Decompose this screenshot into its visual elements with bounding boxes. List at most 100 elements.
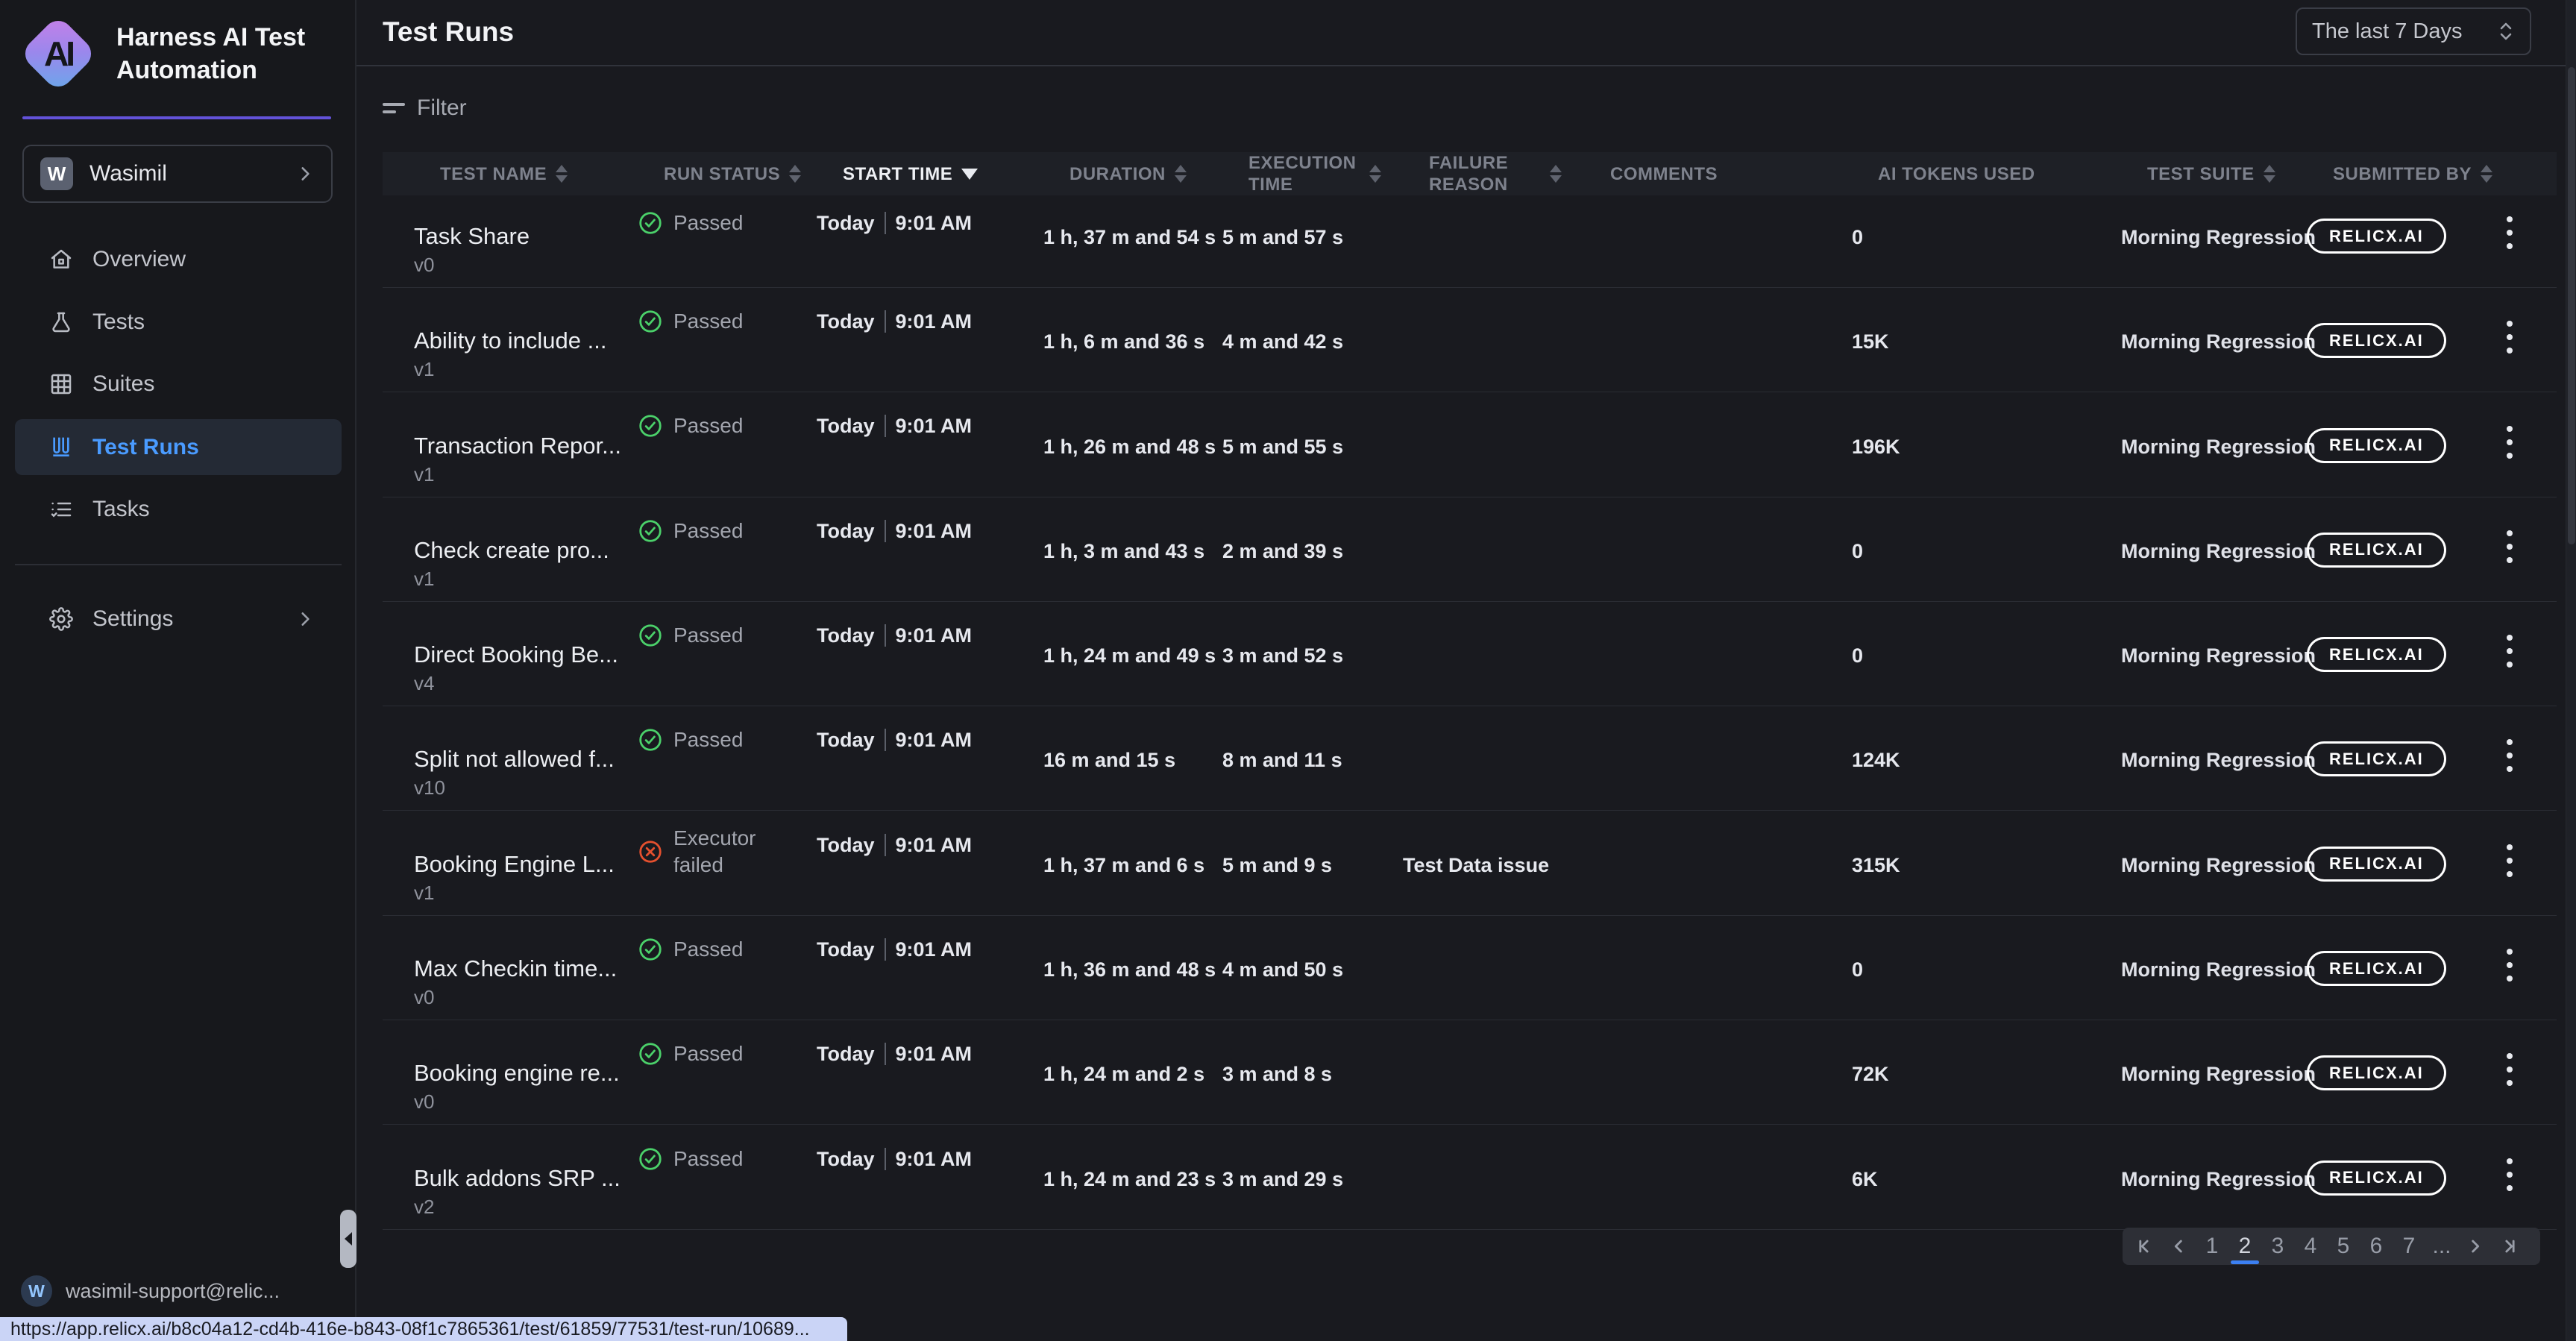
sidebar-item-tasks[interactable]: Tasks bbox=[15, 486, 342, 533]
date-range-select[interactable]: The last 7 Days bbox=[2296, 7, 2531, 55]
ai-tokens-value: 315K bbox=[1852, 852, 2121, 916]
sidebar-collapse-handle[interactable] bbox=[340, 1210, 356, 1268]
page-button-5[interactable]: 5 bbox=[2327, 1228, 2360, 1265]
column-header-test-suite[interactable]: TEST SUITE bbox=[2147, 163, 2333, 185]
column-header-failure-reason[interactable]: FAILURE REASON bbox=[1429, 152, 1610, 195]
failure-reason-value bbox=[1403, 251, 1584, 288]
table-row[interactable]: Booking Engine L...v1 Executor failed To… bbox=[356, 811, 2566, 915]
time-separator bbox=[885, 729, 886, 751]
brand-divider bbox=[22, 116, 331, 119]
prev-page-button[interactable] bbox=[2163, 1228, 2196, 1265]
comments-value bbox=[1584, 460, 1852, 497]
page-button-7[interactable]: 7 bbox=[2393, 1228, 2425, 1265]
row-menu-button[interactable] bbox=[2504, 1050, 2516, 1089]
column-header-run-status[interactable]: RUN STATUS bbox=[664, 163, 843, 185]
column-header-comments: COMMENTS bbox=[1610, 163, 1878, 185]
row-menu-button[interactable] bbox=[2504, 213, 2516, 252]
submitted-by-badge: RELICX.AI bbox=[2307, 741, 2446, 776]
sidebar-item-tests[interactable]: Tests bbox=[15, 299, 342, 345]
sidebar-item-overview[interactable]: Overview bbox=[15, 236, 342, 283]
column-header-execution-time[interactable]: EXECUTION TIME bbox=[1248, 152, 1429, 195]
time-separator bbox=[885, 1148, 886, 1170]
page-button-3[interactable]: 3 bbox=[2261, 1228, 2294, 1265]
test-name: Booking engine re... bbox=[414, 1058, 638, 1088]
grid-icon bbox=[49, 372, 73, 396]
time-separator bbox=[885, 834, 886, 856]
failure-reason-value: Test Data issue bbox=[1403, 852, 1584, 916]
table-row[interactable]: Task Sharev0 Passed Today9:01 AM 1 h, 37… bbox=[356, 195, 2566, 288]
row-menu-button[interactable] bbox=[2504, 736, 2516, 775]
logo-ai-text: AI bbox=[24, 19, 92, 88]
table-row[interactable]: Booking engine re...v0 Passed Today9:01 … bbox=[356, 1020, 2566, 1125]
sidebar-divider bbox=[15, 564, 342, 565]
table-row[interactable]: Ability to include ...v1 Passed Today9:0… bbox=[356, 288, 2566, 392]
account-menu[interactable]: W wasimil-support@relic... bbox=[21, 1275, 280, 1307]
time-separator bbox=[885, 624, 886, 647]
start-day: Today bbox=[817, 936, 875, 963]
column-header-duration[interactable]: DURATION bbox=[1069, 163, 1248, 185]
row-menu-button[interactable] bbox=[2504, 318, 2516, 357]
table-row[interactable]: Max Checkin time...v0 Passed Today9:01 A… bbox=[356, 916, 2566, 1020]
execution-time-value: 4 m and 42 s bbox=[1222, 328, 1403, 392]
table-row[interactable]: Check create pro...v1 Passed Today9:01 A… bbox=[356, 497, 2566, 602]
ai-tokens-value: 6K bbox=[1852, 1166, 2121, 1230]
filter-button[interactable]: Filter bbox=[383, 95, 467, 121]
submitted-by-badge: RELICX.AI bbox=[2307, 847, 2446, 882]
failed-icon bbox=[638, 839, 663, 864]
row-menu-button[interactable] bbox=[2504, 423, 2516, 462]
table-row[interactable]: Direct Booking Be...v4 Passed Today9:01 … bbox=[356, 602, 2566, 706]
comments-value bbox=[1584, 879, 1852, 916]
run-status-label: Passed bbox=[673, 1040, 743, 1067]
sidebar: AI Harness AI Test Automation W Wasimil … bbox=[0, 0, 356, 1341]
run-status-label: Passed bbox=[673, 308, 743, 335]
failure-reason-value bbox=[1403, 565, 1584, 602]
ai-tokens-value: 72K bbox=[1852, 1061, 2121, 1125]
duration-value: 16 m and 15 s bbox=[1043, 747, 1222, 811]
row-menu-button[interactable] bbox=[2504, 841, 2516, 880]
failure-reason-value bbox=[1403, 1087, 1584, 1125]
table-row[interactable]: Bulk addons SRP ...v2 Passed Today9:01 A… bbox=[356, 1125, 2566, 1229]
test-version: v1 bbox=[414, 356, 638, 383]
test-version: v0 bbox=[414, 251, 638, 278]
column-header-test-name[interactable]: TEST NAME bbox=[440, 163, 664, 185]
page-button-6[interactable]: 6 bbox=[2360, 1228, 2393, 1265]
passed-icon bbox=[638, 309, 663, 334]
row-menu-button[interactable] bbox=[2504, 946, 2516, 984]
sort-icon bbox=[1175, 165, 1187, 183]
sidebar-item-suites[interactable]: Suites bbox=[15, 361, 342, 407]
column-header-submitted-by[interactable]: SUBMITTED BY bbox=[2333, 163, 2530, 185]
row-menu-button[interactable] bbox=[2504, 632, 2516, 670]
passed-icon bbox=[638, 623, 663, 648]
row-menu-button[interactable] bbox=[2504, 527, 2516, 566]
table-row[interactable]: Transaction Repor...v1 Passed Today9:01 … bbox=[356, 392, 2566, 497]
sidebar-item-settings[interactable]: Settings bbox=[15, 596, 342, 642]
start-time: 9:01 AM bbox=[896, 1146, 973, 1172]
scrollbar-thumb[interactable] bbox=[2568, 67, 2575, 544]
next-page-button[interactable] bbox=[2458, 1228, 2491, 1265]
chevron-right-icon bbox=[295, 164, 315, 183]
ai-tokens-value: 0 bbox=[1852, 538, 2121, 602]
page-title: Test Runs bbox=[383, 16, 514, 48]
page-button-4[interactable]: 4 bbox=[2294, 1228, 2327, 1265]
test-version: v10 bbox=[414, 774, 638, 801]
test-version: v0 bbox=[414, 984, 638, 1011]
ai-tokens-value: 0 bbox=[1852, 224, 2121, 288]
page-scrollbar bbox=[2566, 0, 2576, 1341]
first-page-button[interactable] bbox=[2130, 1228, 2163, 1265]
workspace-selector[interactable]: W Wasimil bbox=[22, 145, 333, 203]
test-name: Booking Engine L... bbox=[414, 849, 638, 879]
last-page-button[interactable] bbox=[2491, 1228, 2524, 1265]
start-time: 9:01 AM bbox=[896, 518, 973, 544]
sidebar-item-label: Tasks bbox=[92, 497, 150, 522]
column-header-start-time[interactable]: START TIME bbox=[843, 163, 1069, 185]
row-menu-button[interactable] bbox=[2504, 1155, 2516, 1194]
submitted-by-badge: RELICX.AI bbox=[2307, 323, 2446, 358]
table-row[interactable]: Split not allowed f...v10 Passed Today9:… bbox=[356, 706, 2566, 811]
page-button-2-active[interactable]: 2 bbox=[2228, 1228, 2261, 1265]
sort-icon bbox=[556, 165, 568, 183]
page-button-1[interactable]: 1 bbox=[2196, 1228, 2228, 1265]
sidebar-item-test-runs[interactable]: Test Runs bbox=[15, 419, 342, 475]
duration-value: 1 h, 37 m and 54 s bbox=[1043, 224, 1222, 288]
run-status-label: Passed bbox=[673, 518, 743, 544]
sort-icon bbox=[2481, 165, 2492, 183]
